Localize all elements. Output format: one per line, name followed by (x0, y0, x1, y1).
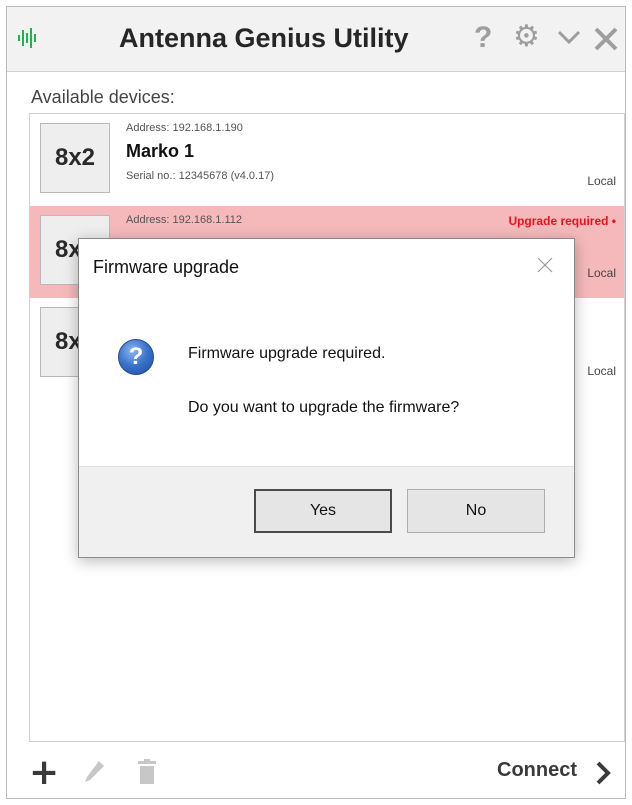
delete-icon[interactable] (137, 759, 157, 785)
dialog-message-line2: Do you want to upgrade the firmware? (188, 399, 460, 416)
device-model-badge: 8x2 (40, 123, 110, 193)
device-address: Address: 192.168.1.112 (126, 214, 242, 226)
bottom-toolbar: + Connect (7, 745, 625, 799)
waveform-icon (18, 28, 36, 48)
upgrade-required-badge: Upgrade required • (508, 214, 616, 228)
device-address: Address: 192.168.1.190 (126, 122, 243, 134)
device-serial: Serial no.: 12345678 (v4.0.17) (126, 170, 274, 182)
edit-icon[interactable] (83, 759, 105, 785)
available-devices-label: Available devices: (31, 87, 175, 107)
yes-button[interactable]: Yes (254, 489, 392, 533)
window-title: Antenna Genius Utility (119, 23, 409, 53)
add-icon[interactable]: + (29, 755, 59, 791)
help-icon[interactable]: ? (474, 21, 492, 55)
dialog-close-icon[interactable] (535, 255, 555, 275)
title-bar[interactable]: Antenna Genius Utility ? ⚙ (7, 7, 625, 72)
chevron-down-icon[interactable] (556, 27, 582, 47)
dialog-title: Firmware upgrade (93, 257, 240, 277)
dialog-message-line1: Firmware upgrade required. (188, 345, 386, 362)
device-location: Local (587, 174, 616, 188)
device-row[interactable]: 8x2 Address: 192.168.1.190 Marko 1 Seria… (30, 114, 624, 206)
no-button[interactable]: No (407, 489, 545, 533)
question-icon: ? (118, 339, 154, 375)
device-name: Marko 1 (126, 141, 195, 161)
close-icon[interactable] (593, 26, 619, 52)
dialog-button-bar: Yes No (79, 466, 574, 557)
device-location: Local (587, 364, 616, 378)
gear-icon[interactable]: ⚙ (513, 19, 540, 54)
connect-button[interactable]: Connect (497, 759, 577, 782)
device-location: Local (587, 266, 616, 280)
firmware-upgrade-dialog: Firmware upgrade ? Firmware upgrade requ… (78, 238, 575, 558)
chevron-right-icon[interactable] (595, 761, 611, 785)
